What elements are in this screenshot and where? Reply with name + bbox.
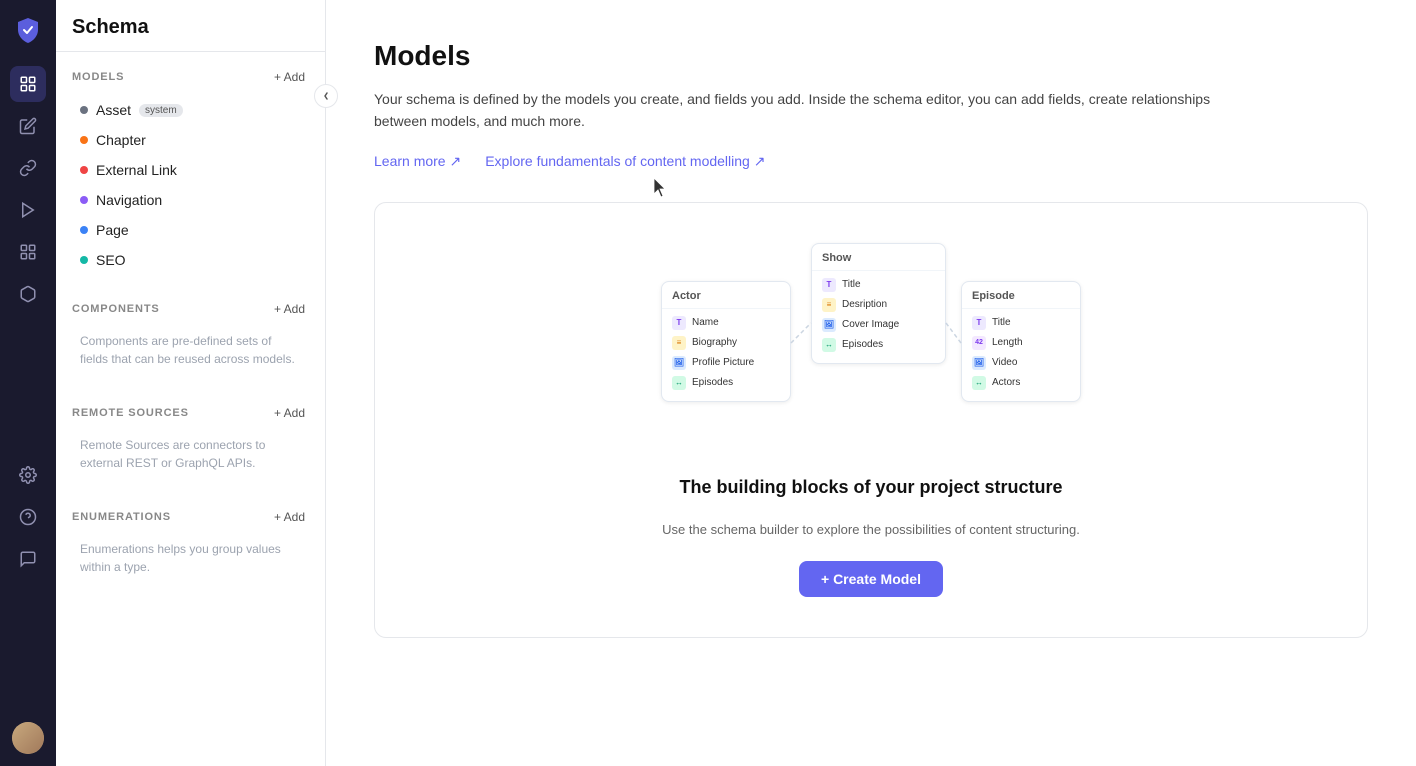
remote-sources-desc: Remote Sources are connectors to externa… [72, 432, 309, 484]
illustration-title: The building blocks of your project stru… [679, 477, 1062, 498]
illustration-card: Actor T Name ≡ Biography 🖼 Profile Pictu… [374, 202, 1368, 638]
user-avatar[interactable] [12, 722, 44, 754]
model-item-chapter[interactable]: Chapter [72, 126, 309, 154]
model-item-external-link[interactable]: External Link [72, 156, 309, 184]
ep-field-actors: ↔ Actors [962, 373, 1080, 393]
ep-field-length: 42 Length [962, 333, 1080, 353]
sidebar-collapse-button[interactable] [314, 84, 338, 108]
show-field-eps: ↔ Episodes [812, 335, 945, 355]
chapter-label: Chapter [96, 132, 146, 148]
icon-bar [0, 0, 56, 766]
components-desc: Components are pre-defined sets of field… [72, 328, 309, 380]
show-field-title: T Title [812, 275, 945, 295]
enumerations-desc: Enumerations helps you group values with… [72, 536, 309, 588]
sidebar-title: Schema [56, 0, 325, 52]
page-title: Models [374, 40, 1368, 72]
components-section-label: COMPONENTS [72, 303, 160, 315]
field-icon-t3: T [972, 316, 986, 330]
model-item-seo[interactable]: SEO [72, 246, 309, 274]
seo-dot [80, 256, 88, 264]
page-label: Page [96, 222, 129, 238]
models-section: MODELS + Add Asset system Chapter Extern… [56, 52, 325, 284]
show-title: Show [812, 252, 945, 271]
remote-sources-label: REMOTE SOURCES [72, 407, 189, 419]
page-description: Your schema is defined by the models you… [374, 88, 1234, 133]
field-icon-img3: 🖼 [972, 356, 986, 370]
chapter-dot [80, 136, 88, 144]
sidebar-item-plugins[interactable] [10, 276, 46, 312]
sidebar-item-play[interactable] [10, 192, 46, 228]
seo-label: SEO [96, 252, 126, 268]
components-add-button[interactable]: + Add [270, 300, 309, 318]
models-section-label: MODELS [72, 71, 124, 83]
sidebar-item-help[interactable] [10, 499, 46, 535]
models-section-header: MODELS + Add [72, 68, 309, 86]
field-icon-d: ≡ [672, 336, 686, 350]
ep-field-video: 🖼 Video [962, 353, 1080, 373]
actor-field-name: T Name [662, 313, 790, 333]
field-icon-d2: ≡ [822, 298, 836, 312]
sidebar-item-content[interactable] [10, 108, 46, 144]
remote-sources-section: REMOTE SOURCES + Add Remote Sources are … [56, 388, 325, 492]
asset-dot [80, 106, 88, 114]
field-icon-img2: 🖼 [822, 318, 836, 332]
cursor-pointer [654, 178, 668, 198]
sidebar-item-chat[interactable] [10, 541, 46, 577]
asset-label: Asset [96, 102, 131, 118]
actor-field-pic: 🖼 Profile Picture [662, 353, 790, 373]
field-icon-img: 🖼 [672, 356, 686, 370]
field-icon-t2: T [822, 278, 836, 292]
enumerations-label: ENUMERATIONS [72, 511, 171, 523]
asset-badge: system [139, 104, 183, 117]
app-logo[interactable] [10, 12, 46, 48]
remote-sources-section-header: REMOTE SOURCES + Add [72, 404, 309, 422]
learn-more-link[interactable]: Learn more ↗ [374, 153, 461, 170]
learn-more-links: Learn more ↗ Explore fundamentals of con… [374, 153, 1368, 170]
external-link-label: External Link [96, 162, 177, 178]
sidebar-item-schema[interactable] [10, 66, 46, 102]
sidebar: Schema MODELS + Add Asset system Chapter… [56, 0, 326, 766]
actor-card: Actor T Name ≡ Biography 🖼 Profile Pictu… [661, 281, 791, 402]
show-field-desc: ≡ Desription [812, 295, 945, 315]
main-content: Models Your schema is defined by the mod… [326, 0, 1416, 766]
show-card: Show T Title ≡ Desription 🖼 Cover Image … [811, 243, 946, 364]
model-item-asset[interactable]: Asset system [72, 96, 309, 124]
components-section: COMPONENTS + Add Components are pre-defi… [56, 284, 325, 388]
field-icon-42: 42 [972, 336, 986, 350]
explore-link[interactable]: Explore fundamentals of content modellin… [485, 153, 765, 170]
field-icon-rel3: ↔ [972, 376, 986, 390]
sidebar-item-apps[interactable] [10, 234, 46, 270]
external-link-dot [80, 166, 88, 174]
components-section-header: COMPONENTS + Add [72, 300, 309, 318]
episode-card: Episode T Title 42 Length 🖼 Video ↔ Acto… [961, 281, 1081, 402]
enumerations-add-button[interactable]: + Add [270, 508, 309, 526]
field-icon-t: T [672, 316, 686, 330]
models-add-button[interactable]: + Add [270, 68, 309, 86]
field-icon-rel: ↔ [672, 376, 686, 390]
navigation-dot [80, 196, 88, 204]
actor-field-eps: ↔ Episodes [662, 373, 790, 393]
schema-diagram: Actor T Name ≡ Biography 🖼 Profile Pictu… [661, 243, 1081, 453]
episode-title: Episode [962, 290, 1080, 309]
navigation-label: Navigation [96, 192, 162, 208]
enumerations-section-header: ENUMERATIONS + Add [72, 508, 309, 526]
illustration-desc: Use the schema builder to explore the po… [662, 522, 1080, 537]
actor-title: Actor [662, 290, 790, 309]
field-icon-rel2: ↔ [822, 338, 836, 352]
actor-field-bio: ≡ Biography [662, 333, 790, 353]
sidebar-item-links[interactable] [10, 150, 46, 186]
ep-field-title: T Title [962, 313, 1080, 333]
model-item-navigation[interactable]: Navigation [72, 186, 309, 214]
sidebar-item-settings[interactable] [10, 457, 46, 493]
show-field-cover: 🖼 Cover Image [812, 315, 945, 335]
page-dot [80, 226, 88, 234]
enumerations-section: ENUMERATIONS + Add Enumerations helps yo… [56, 492, 325, 596]
model-item-page[interactable]: Page [72, 216, 309, 244]
remote-sources-add-button[interactable]: + Add [270, 404, 309, 422]
create-model-button[interactable]: + Create Model [799, 561, 943, 597]
